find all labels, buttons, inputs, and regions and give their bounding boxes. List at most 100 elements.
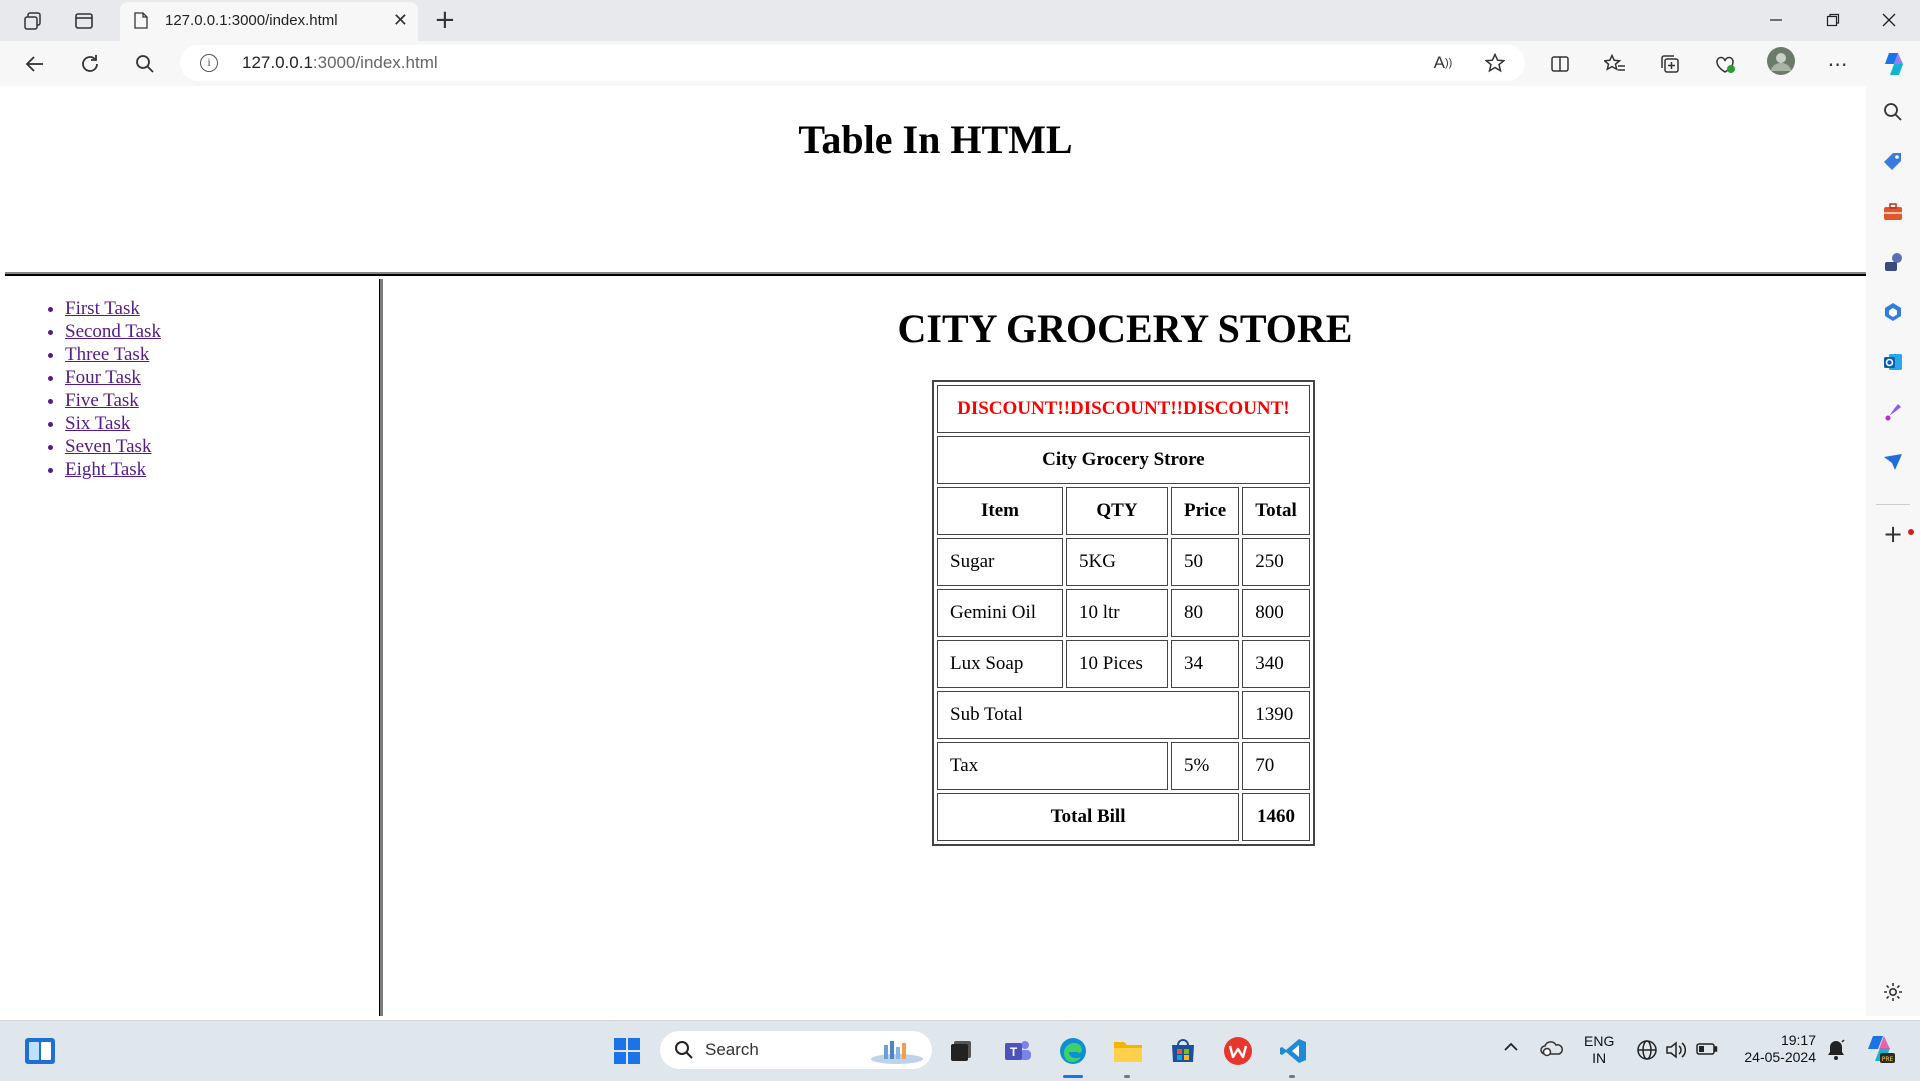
file-explorer-icon[interactable]: [1110, 1033, 1146, 1069]
designer-icon[interactable]: [1881, 400, 1905, 424]
store-title: CITY GROCERY STORE: [897, 306, 1353, 351]
tools-briefcase-icon[interactable]: [1881, 200, 1905, 224]
nav-link-seven-task[interactable]: Seven Task: [65, 436, 151, 457]
column-header-price: Price: [1171, 487, 1240, 535]
active-app-indicator: [1063, 1075, 1083, 1078]
tax-rate: 5%: [1171, 742, 1240, 790]
cell-item: Gemini Oil: [937, 589, 1063, 637]
subtotal-label: Sub Total: [937, 691, 1240, 739]
back-button[interactable]: [20, 50, 50, 78]
nav-frame: First Task Second Task Three Task Four T…: [5, 279, 383, 1016]
browser-essentials-icon[interactable]: [1710, 50, 1740, 78]
tab-actions-icon[interactable]: [71, 8, 97, 34]
restore-button[interactable]: [1810, 5, 1856, 35]
list-item: Three Task: [65, 343, 161, 366]
onedrive-icon[interactable]: [1539, 1038, 1565, 1062]
edge-taskbar-icon[interactable]: [1055, 1033, 1091, 1069]
page-icon: [134, 12, 148, 29]
table-row: DISCOUNT!!DISCOUNT!!DISCOUNT!: [937, 385, 1310, 433]
cell-qty: 10 Pices: [1066, 640, 1168, 688]
microsoft365-icon[interactable]: [1881, 300, 1905, 324]
cell-total: 250: [1242, 538, 1310, 586]
search-icon: [675, 1041, 693, 1059]
refresh-button[interactable]: [75, 50, 105, 78]
cell-qty: 10 ltr: [1066, 589, 1168, 637]
active-tab[interactable]: 127.0.0.1:3000/index.html ✕: [120, 2, 418, 41]
tax-label: Tax: [937, 742, 1168, 790]
column-header-total: Total: [1242, 487, 1310, 535]
shopping-tag-icon[interactable]: [1881, 150, 1905, 174]
nav-link-six-task[interactable]: Six Task: [65, 413, 130, 434]
svg-text:PRE: PRE: [1882, 1056, 1894, 1063]
address-bar[interactable]: i 127.0.0.1:3000/index.html A)): [180, 45, 1525, 81]
add-sidebar-app-icon[interactable]: +: [1881, 520, 1905, 548]
clock[interactable]: 19:17 24-05-2024: [1738, 1032, 1816, 1066]
minimize-button[interactable]: [1753, 5, 1799, 35]
taskbar: Search T ENG IN 19:17 24-05-2024 PRE: [0, 1020, 1920, 1081]
notification-bell-icon[interactable]: [1826, 1039, 1846, 1065]
bill-table: DISCOUNT!!DISCOUNT!!DISCOUNT! City Groce…: [932, 380, 1315, 846]
search-placeholder: Search: [705, 1040, 759, 1059]
table-row: Sugar 5KG 50 250: [937, 538, 1310, 586]
toolbar: i 127.0.0.1:3000/index.html A)) ⋯: [0, 41, 1920, 86]
site-info-icon[interactable]: i: [200, 54, 218, 72]
nav-link-eight-task[interactable]: Eight Task: [65, 459, 146, 480]
start-button[interactable]: [609, 1033, 645, 1069]
header-row: Item QTY Price Total: [937, 487, 1310, 535]
search-icon[interactable]: [130, 50, 160, 78]
nav-link-second-task[interactable]: Second Task: [65, 321, 161, 342]
list-item: Second Task: [65, 320, 161, 343]
battery-icon[interactable]: [1696, 1041, 1718, 1061]
profile-avatar[interactable]: [1766, 47, 1796, 75]
nav-link-four-task[interactable]: Four Task: [65, 367, 141, 388]
favorite-star-icon[interactable]: [1480, 49, 1510, 77]
search-highlight-icon: [871, 1041, 923, 1064]
outlook-icon[interactable]: [1881, 350, 1905, 374]
language-indicator[interactable]: ENG IN: [1584, 1033, 1614, 1067]
sidebar-divider: [1876, 504, 1910, 505]
tab-title: 127.0.0.1:3000/index.html: [165, 12, 338, 29]
sidebar-settings-icon[interactable]: [1881, 980, 1905, 1004]
taskbar-search[interactable]: Search: [660, 1031, 932, 1069]
more-menu-icon[interactable]: ⋯: [1823, 50, 1853, 78]
microsoft-store-icon[interactable]: [1165, 1033, 1201, 1069]
network-icon[interactable]: [1636, 1039, 1658, 1065]
read-aloud-icon[interactable]: A)): [1428, 49, 1458, 77]
show-hidden-icons-chevron[interactable]: [1503, 1040, 1519, 1057]
split-screen-icon[interactable]: [1545, 50, 1575, 78]
total-bill-value: 1460: [1242, 793, 1310, 841]
nav-link-three-task[interactable]: Three Task: [65, 344, 149, 365]
vscode-icon[interactable]: [1275, 1033, 1311, 1069]
wps-office-icon[interactable]: [1220, 1033, 1256, 1069]
volume-icon[interactable]: [1664, 1039, 1687, 1065]
cell-item: Lux Soap: [937, 640, 1063, 688]
list-item: Eight Task: [65, 458, 161, 481]
page-title: Table In HTML: [798, 117, 1073, 162]
sidebar-search-icon[interactable]: [1881, 100, 1905, 124]
games-icon[interactable]: [1881, 250, 1905, 274]
copilot-preview-icon[interactable]: PRE: [1864, 1033, 1896, 1069]
collections-icon[interactable]: [1655, 50, 1685, 78]
tab-strip: 127.0.0.1:3000/index.html ✕ +: [0, 0, 1920, 41]
total-row: Total Bill 1460: [937, 793, 1310, 841]
close-window-button[interactable]: [1866, 5, 1912, 35]
url-text[interactable]: 127.0.0.1:3000/index.html: [242, 53, 438, 73]
tax-value: 70: [1242, 742, 1310, 790]
nav-link-five-task[interactable]: Five Task: [65, 390, 139, 411]
nav-link-first-task[interactable]: First Task: [65, 298, 140, 319]
header-divider: [5, 272, 1866, 276]
cell-price: 50: [1171, 538, 1240, 586]
copilot-icon[interactable]: [1879, 50, 1909, 78]
teams-icon[interactable]: T: [1000, 1033, 1036, 1069]
clock-time: 19:17: [1780, 1032, 1816, 1048]
close-tab-icon[interactable]: ✕: [393, 10, 408, 31]
task-view-icon[interactable]: [943, 1033, 979, 1069]
send-icon[interactable]: [1881, 450, 1905, 474]
workspaces-icon[interactable]: [20, 8, 46, 34]
favorites-icon[interactable]: [1600, 50, 1630, 78]
table-row: Gemini Oil 10 ltr 80 800: [937, 589, 1310, 637]
subtotal-value: 1390: [1242, 691, 1310, 739]
new-tab-button[interactable]: +: [434, 5, 456, 35]
edge-sidebar: +: [1866, 86, 1920, 1016]
widgets-icon[interactable]: [22, 1033, 58, 1069]
